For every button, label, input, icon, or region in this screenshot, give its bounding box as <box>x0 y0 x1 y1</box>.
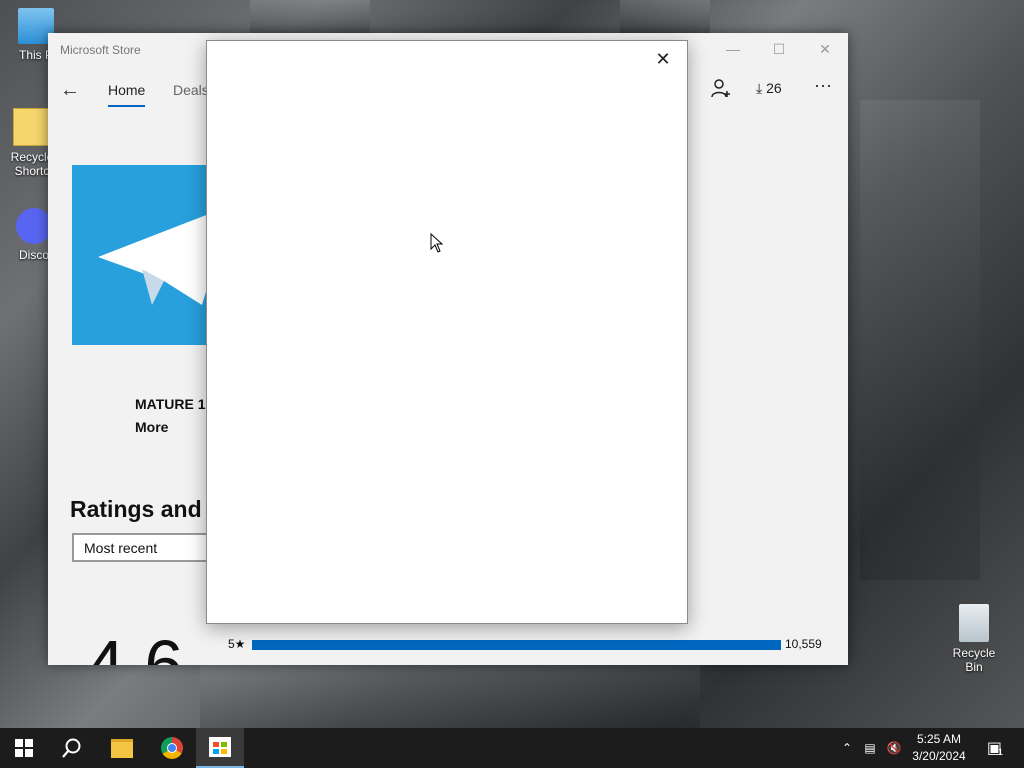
back-arrow-icon[interactable]: ← <box>60 79 80 102</box>
desktop-icon-label: Recycle Bin <box>952 646 996 674</box>
blank-dialog: ✕ <box>206 40 688 624</box>
chrome-icon <box>161 737 183 759</box>
age-rating-label: MATURE 1 <box>135 396 206 412</box>
more-link[interactable]: More <box>135 419 168 435</box>
folder-icon <box>13 108 51 146</box>
account-button[interactable] <box>710 77 732 102</box>
folder-icon <box>111 738 133 758</box>
windows-logo-icon <box>15 739 33 757</box>
desktop-icon-recycle-bin[interactable]: Recycle Bin <box>944 604 1004 674</box>
search-icon <box>62 738 81 758</box>
discord-icon <box>16 208 52 244</box>
notification-count: 1 <box>998 747 1004 757</box>
tab-deals-label: Deals <box>173 82 209 98</box>
taskbar: ⌃ ▤ 🔇 5:25 AM 3/20/2024 ▣ 1 <box>0 728 1024 768</box>
rating-bar <box>252 640 781 650</box>
rating-row: 5★ 10,559 <box>228 637 828 653</box>
downloads-button[interactable]: ⤓ 26 <box>756 80 782 97</box>
mouse-cursor-icon <box>430 233 444 253</box>
tray-overflow-button[interactable]: ⌃ <box>838 728 856 768</box>
minimize-button[interactable]: — <box>710 33 756 65</box>
tab-home[interactable]: Home <box>108 82 146 107</box>
tab-home-label: Home <box>108 82 146 98</box>
maximize-button[interactable]: ☐ <box>756 33 802 65</box>
clock-date: 3/20/2024 <box>912 749 966 763</box>
more-options-label: ··· <box>814 75 832 95</box>
ratings-heading: Ratings and <box>70 496 202 522</box>
close-window-button[interactable]: ✕ <box>802 33 848 65</box>
chevron-up-icon: ⌃ <box>841 741 853 755</box>
desktop-icon-label: Recycle Shortc <box>10 150 54 178</box>
network-icon: ▤ <box>864 741 876 755</box>
average-rating: 4.6 <box>86 626 184 665</box>
store-bag-icon <box>209 737 231 757</box>
window-title: Microsoft Store <box>60 43 141 57</box>
person-add-icon <box>711 79 730 98</box>
volume-muted-icon: 🔇 <box>886 741 902 755</box>
tab-deals[interactable]: Deals <box>173 82 209 98</box>
clock[interactable]: 5:25 AM 3/20/2024 <box>905 731 973 765</box>
chrome-button[interactable] <box>148 728 196 768</box>
downloads-count: 26 <box>766 80 782 96</box>
rating-count: 10,559 <box>785 637 822 651</box>
sort-select-value: Most recent <box>84 540 158 556</box>
volume-button[interactable]: 🔇 <box>884 728 904 768</box>
clock-time: 5:25 AM <box>916 732 962 746</box>
file-explorer-button[interactable] <box>98 728 146 768</box>
store-taskbar-button[interactable] <box>196 728 244 768</box>
action-center-button[interactable]: ▣ 1 <box>980 728 1010 768</box>
more-options-button[interactable]: ··· <box>814 75 832 96</box>
start-button[interactable] <box>0 728 48 768</box>
network-button[interactable]: ▤ <box>860 728 880 768</box>
close-icon: ✕ <box>655 48 671 69</box>
recycle-bin-icon <box>959 604 989 642</box>
dialog-close-button[interactable]: ✕ <box>651 47 675 71</box>
rating-stars-label: 5★ <box>228 637 246 651</box>
download-icon: ⤓ <box>756 80 763 96</box>
search-button[interactable] <box>48 728 96 768</box>
desktop-icon-label: Disco <box>18 248 49 262</box>
